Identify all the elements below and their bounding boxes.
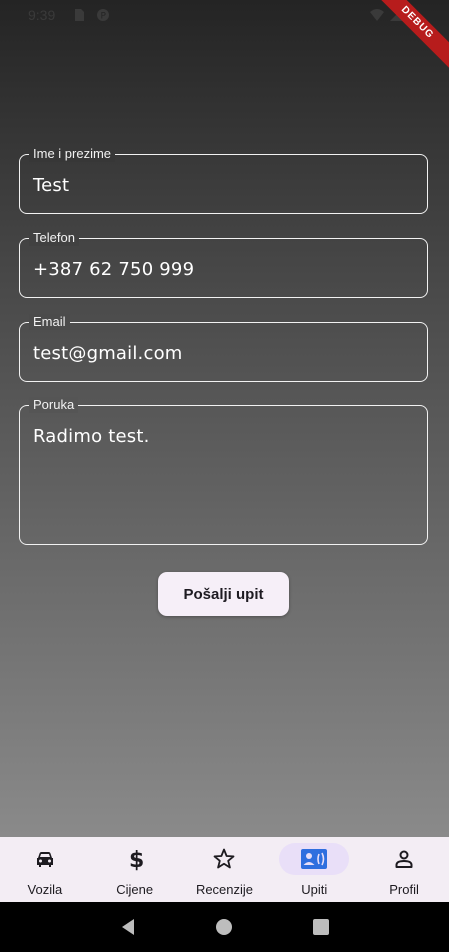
nav-label-recenzije: Recenzije — [195, 882, 254, 897]
email-field-value: test@gmail.com — [33, 343, 183, 364]
person-icon — [395, 850, 413, 868]
message-field-value: Radimo test. — [33, 426, 150, 447]
email-field-label: Email — [29, 314, 70, 330]
status-time: 9:39 — [28, 7, 56, 23]
dollar-icon: $ — [129, 848, 144, 871]
name-field[interactable]: Ime i prezime Test — [19, 146, 428, 214]
car-icon — [36, 852, 53, 867]
status-bar: 9:39 P DEBUG — [0, 0, 449, 70]
nav-pill — [189, 843, 259, 875]
nav-label-cijene: Cijene — [116, 882, 154, 897]
nav-pill — [369, 843, 439, 875]
nav-pill — [10, 843, 80, 875]
app-notification-icon: P — [97, 9, 109, 22]
back-icon[interactable] — [118, 917, 138, 937]
nav-label-upiti: Upiti — [301, 882, 328, 897]
system-nav-bar — [0, 902, 449, 952]
nav-item-vozila[interactable]: Vozila — [0, 837, 90, 902]
debug-ribbon: DEBUG — [379, 0, 449, 70]
nav-item-cijene[interactable]: $ Cijene — [90, 837, 180, 902]
email-field[interactable]: Email test@gmail.com — [19, 314, 428, 382]
debug-banner: DEBUG — [379, 0, 449, 70]
nav-item-recenzije[interactable]: Recenzije — [180, 837, 270, 902]
nav-pill-active — [279, 843, 350, 875]
recents-icon[interactable] — [311, 917, 331, 937]
name-field-label: Ime i prezime — [29, 146, 116, 162]
submit-inquiry-button[interactable]: Pošalji upit — [158, 572, 289, 616]
svg-text:P: P — [101, 12, 107, 22]
bottom-nav: Vozila $ Cijene Recenzije Upiti Profil — [0, 837, 449, 902]
message-field[interactable]: Poruka Radimo test. — [19, 397, 428, 545]
phone-field-value: +387 62 750 999 — [33, 259, 195, 280]
star-icon — [214, 848, 235, 869]
nav-label-profil: Profil — [389, 882, 419, 897]
contact-card-icon — [301, 849, 328, 869]
home-icon[interactable] — [214, 917, 234, 937]
message-field-label: Poruka — [29, 397, 79, 413]
nav-pill: $ — [100, 843, 170, 875]
nav-item-profil[interactable]: Profil — [359, 837, 449, 902]
nav-label-vozila: Vozila — [27, 882, 63, 897]
svg-text:$: $ — [129, 848, 144, 871]
nav-item-upiti[interactable]: Upiti — [269, 837, 359, 902]
phone-field-label: Telefon — [29, 230, 79, 246]
name-field-value: Test — [33, 175, 70, 196]
app-screen: 9:39 P DEBUG Ime i prezime Test Telefon … — [0, 0, 449, 837]
sim-card-icon — [75, 9, 84, 21]
phone-field[interactable]: Telefon +387 62 750 999 — [19, 230, 428, 298]
